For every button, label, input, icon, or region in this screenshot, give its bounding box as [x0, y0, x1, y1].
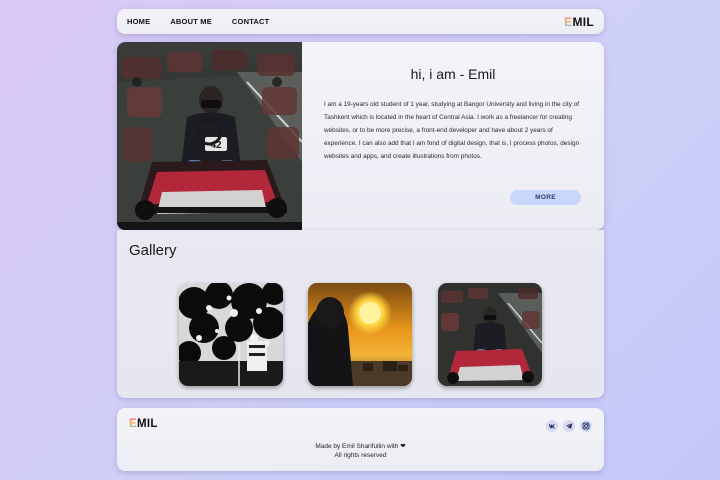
- nav-links: HOME ABOUT ME CONTACT: [127, 17, 269, 26]
- nav-link-home[interactable]: HOME: [127, 17, 150, 26]
- telegram-icon[interactable]: [563, 420, 575, 432]
- gallery-image-trees-bw[interactable]: [179, 283, 283, 386]
- gallery-section: Gallery: [117, 230, 604, 398]
- footer: E MIL Made by Emil Sharifullin with ❤ All…: [117, 408, 604, 471]
- gallery-image-kart-illustration: [438, 283, 542, 386]
- profile-photo-illustration: 42: [117, 42, 302, 230]
- footer-credit-text: Made by Emil Sharifullin with: [315, 443, 399, 450]
- hero-title: hi, i am - Emil: [410, 66, 496, 82]
- gallery-image-trees-illustration: [179, 283, 283, 386]
- footer-logo-text: MIL: [136, 418, 158, 430]
- footer-credit-line: Made by Emil Sharifullin with ❤: [117, 443, 604, 452]
- social-links: [546, 420, 592, 432]
- hero-section: 42 hi, i am - Emil I am a 19-years old s…: [117, 42, 604, 230]
- hero-bio: I am a 19-years old student of 1 year, s…: [324, 101, 580, 160]
- gallery-title: Gallery: [129, 242, 177, 259]
- nav-link-about-me[interactable]: ABOUT ME: [170, 17, 212, 26]
- nav-link-contact[interactable]: CONTACT: [232, 17, 270, 26]
- site-logo[interactable]: E MIL: [564, 15, 594, 29]
- footer-rights: All rights reserved: [334, 451, 387, 459]
- navbar: HOME ABOUT ME CONTACT E MIL: [117, 9, 604, 34]
- gallery-image-sunset[interactable]: [308, 283, 412, 386]
- gallery-image-sunset-illustration: [308, 283, 412, 386]
- profile-photo-go-kart: 42: [117, 42, 302, 230]
- heart-icon: ❤: [400, 443, 406, 450]
- footer-logo[interactable]: E MIL: [129, 418, 158, 430]
- logo-letter-e: E: [564, 14, 573, 29]
- vk-icon[interactable]: [546, 420, 558, 432]
- instagram-icon[interactable]: [580, 420, 592, 432]
- logo-text: MIL: [572, 14, 594, 29]
- footer-credit: Made by Emil Sharifullin with ❤ All righ…: [117, 443, 604, 460]
- hero-text: hi, i am - Emil I am a 19-years old stud…: [302, 42, 604, 230]
- more-button[interactable]: MORE: [510, 190, 581, 205]
- footer-logo-letter-e: E: [129, 418, 137, 430]
- gallery-image-go-kart[interactable]: [438, 283, 542, 386]
